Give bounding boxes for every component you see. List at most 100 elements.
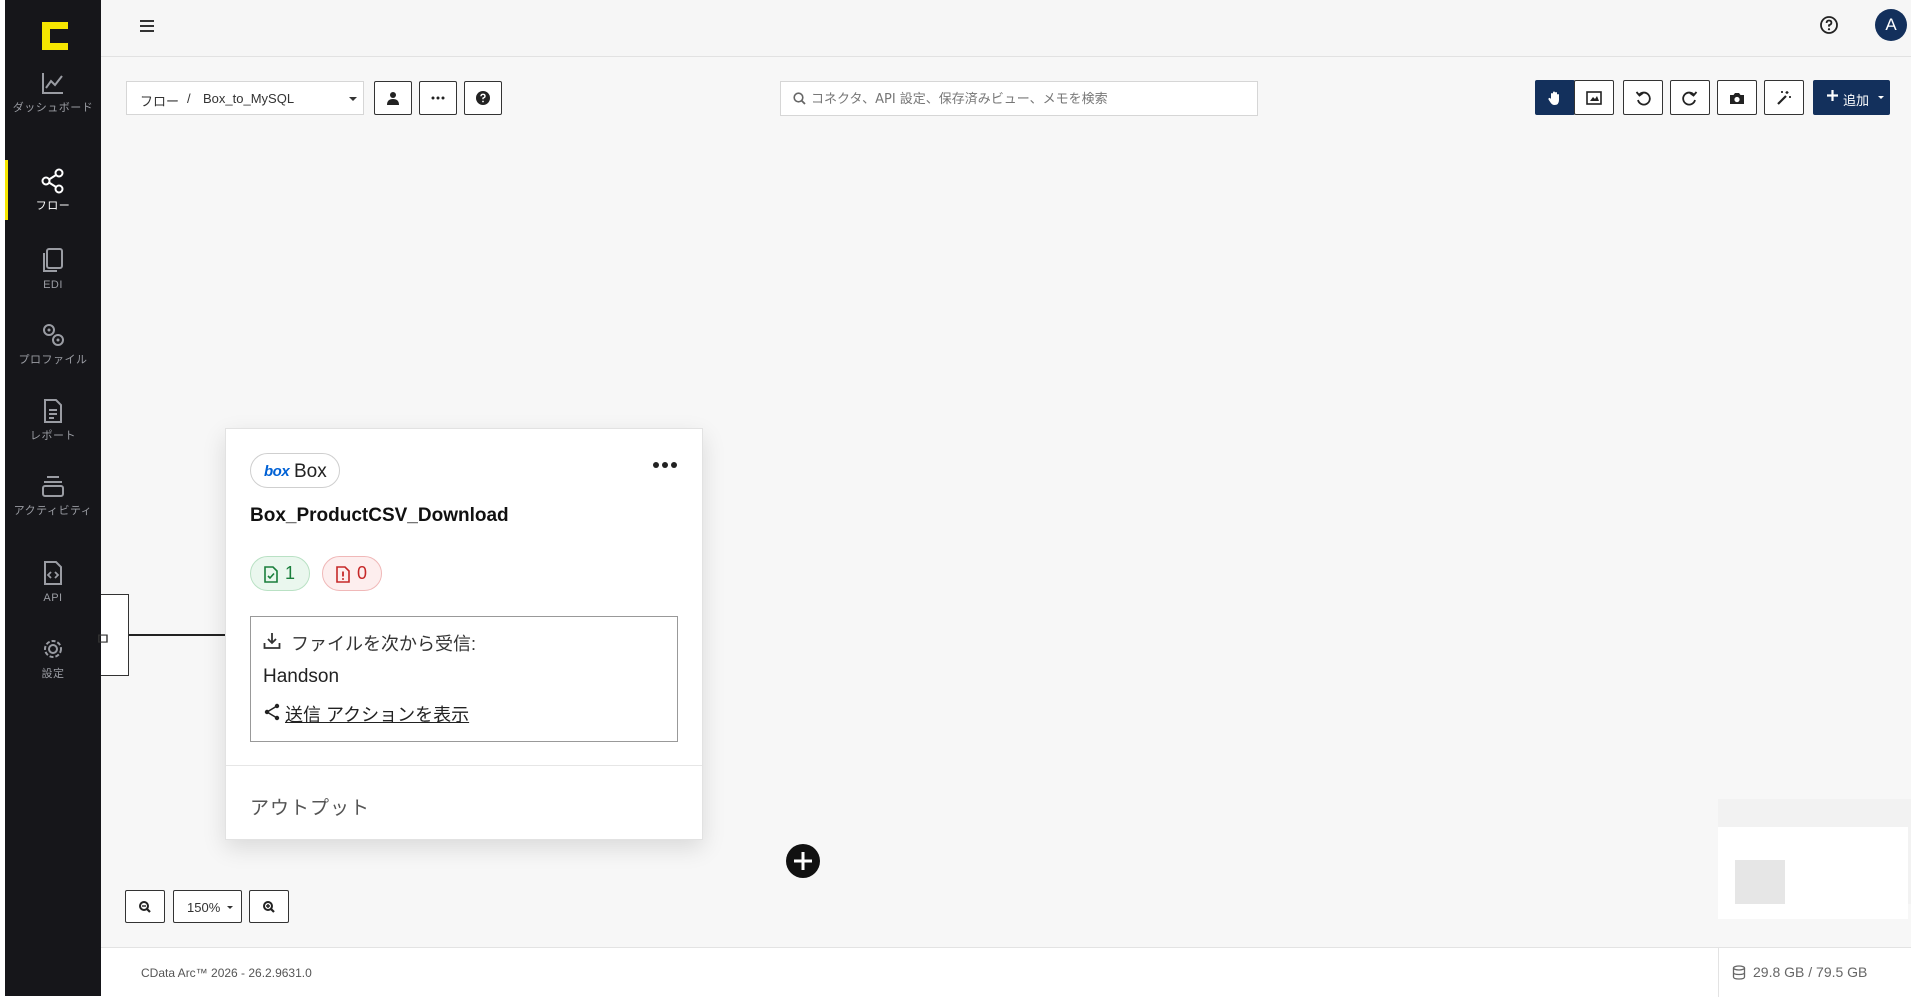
sidebar-item-report[interactable]: レポート	[5, 398, 101, 442]
report-icon	[44, 399, 62, 423]
plus-icon	[1827, 90, 1838, 101]
gear-icon	[44, 640, 62, 658]
pan-mode-button[interactable]	[1535, 80, 1575, 115]
zoom-out-icon	[139, 900, 151, 913]
caret-down-icon	[1878, 96, 1884, 99]
fit-view-button[interactable]	[1574, 80, 1614, 115]
breadcrumb-current: Box_to_MySQL	[203, 91, 295, 106]
share-icon	[264, 703, 280, 721]
receive-source: Handson	[263, 666, 340, 687]
database-icon	[1732, 965, 1746, 980]
sidebar-item-label: 設定	[41, 668, 65, 680]
output-label: アウトプット	[250, 798, 371, 819]
documents-icon	[43, 248, 63, 272]
api-file-icon	[44, 561, 62, 585]
avatar[interactable]: A	[1875, 9, 1907, 41]
zoom-in-button[interactable]	[249, 890, 289, 923]
share-nodes-icon	[41, 168, 64, 194]
sidebar-item-label: フロー	[35, 200, 71, 212]
download-icon	[263, 633, 281, 649]
add-button-label: 追加	[1843, 93, 1870, 108]
box-logo: box	[264, 463, 290, 480]
zoom-level: 150%	[187, 900, 221, 915]
storage-text: 29.8 GB / 79.5 GB	[1753, 964, 1868, 980]
sidebar-item-label: プロファイル	[18, 354, 88, 366]
breadcrumb-separator: /	[187, 91, 191, 106]
sidebar-item-settings[interactable]: 設定	[5, 636, 101, 680]
undo-button[interactable]	[1623, 80, 1663, 115]
sidebar-item-label: アクティビティ	[13, 505, 93, 517]
snapshot-button[interactable]	[1717, 80, 1757, 115]
success-count-badge[interactable]: 1	[250, 556, 310, 591]
minimap[interactable]	[1718, 799, 1911, 919]
footer: CData Arc™ 2026 - 26.2.9631.0 29.8 GB / …	[101, 947, 1911, 997]
error-count: 0	[357, 563, 368, 583]
add-output-icon[interactable]	[785, 843, 821, 879]
file-check-icon	[264, 566, 278, 583]
app-window: ダッシュボード フロー EDI プロファイル レポート アクティビティ API …	[0, 0, 1911, 1002]
image-frame-icon	[1586, 90, 1602, 105]
sidebar-item-dashboard[interactable]: ダッシュボード	[5, 70, 101, 114]
success-count: 1	[285, 563, 296, 583]
line-chart-icon	[42, 73, 63, 94]
sidebar-item-label: API	[43, 592, 63, 604]
version-text: CData Arc™ 2026 - 26.2.9631.0	[141, 966, 312, 980]
minimap-node	[1735, 860, 1785, 904]
node-menu-icon[interactable]	[652, 459, 678, 471]
auto-arrange-button[interactable]	[1764, 80, 1804, 115]
more-options-button[interactable]	[419, 81, 457, 115]
zoom-in-icon	[263, 900, 275, 913]
sidebar-item-activity[interactable]: アクティビティ	[5, 473, 101, 517]
connection-line	[129, 634, 226, 636]
redo-button[interactable]	[1670, 80, 1710, 115]
zoom-out-button[interactable]	[125, 890, 165, 923]
undo-icon	[1635, 90, 1651, 105]
search-icon	[793, 92, 806, 105]
node-title: Box_ProductCSV_Download	[250, 505, 509, 526]
connector-node-card[interactable]: box Box Box_ProductCSV_Download 1 0 ファイル…	[225, 428, 703, 840]
truncated-node-glyph: ㅁ	[95, 630, 111, 649]
add-button[interactable]: 追加	[1813, 80, 1890, 115]
search-input[interactable]	[811, 90, 1241, 108]
sidebar-item-label: レポート	[30, 430, 76, 442]
cdata-logo-icon[interactable]	[40, 20, 70, 52]
magic-wand-icon	[1777, 90, 1791, 105]
help-icon[interactable]	[1819, 15, 1839, 35]
sidebar-item-label: ダッシュボード	[12, 102, 94, 114]
previous-connector-node[interactable]: ㅁ	[95, 594, 129, 676]
file-error-icon	[336, 566, 350, 583]
camera-icon	[1730, 92, 1744, 104]
user-icon	[387, 92, 399, 105]
user-button[interactable]	[374, 81, 412, 115]
sidebar-item-profile[interactable]: プロファイル	[5, 322, 101, 366]
top-header: A admin	[101, 0, 1911, 57]
node-divider	[226, 765, 702, 766]
redo-icon	[1682, 90, 1698, 105]
layers-icon	[42, 476, 64, 497]
help-button[interactable]	[464, 81, 502, 115]
storage-usage: 29.8 GB / 79.5 GB	[1718, 948, 1911, 997]
connector-type-label: Box	[294, 461, 327, 482]
hand-icon	[1548, 91, 1559, 105]
breadcrumb-root[interactable]: フロー	[140, 91, 179, 110]
hamburger-menu-icon[interactable]	[137, 16, 157, 36]
search-bar[interactable]	[780, 81, 1258, 116]
sidebar-item-flow[interactable]: フロー	[5, 160, 101, 220]
connector-type-badge: box Box	[250, 453, 340, 488]
flow-canvas[interactable]: フロー / Box_to_MySQL コネクタ、API 設定、保存済みビュー、メ…	[95, 57, 1911, 947]
caret-down-icon	[227, 906, 233, 909]
ellipsis-icon	[431, 96, 445, 100]
node-info-box: ファイルを次から受信: Handson 送信 アクションを表示	[250, 616, 678, 742]
receive-label: ファイルを次から受信:	[291, 634, 476, 654]
sidebar: ダッシュボード フロー EDI プロファイル レポート アクティビティ API …	[5, 0, 101, 996]
sidebar-item-api[interactable]: API	[5, 560, 101, 604]
breadcrumb[interactable]: フロー / Box_to_MySQL	[126, 81, 364, 115]
error-count-badge[interactable]: 0	[322, 556, 382, 591]
zoom-level-select[interactable]: 150%	[173, 890, 242, 923]
sidebar-item-edi[interactable]: EDI	[5, 247, 101, 291]
question-circle-icon	[476, 91, 490, 105]
show-send-actions-link[interactable]: 送信 アクションを表示	[285, 701, 469, 727]
gears-icon	[43, 324, 64, 346]
sidebar-item-label: EDI	[43, 279, 63, 291]
caret-down-icon	[349, 97, 357, 101]
